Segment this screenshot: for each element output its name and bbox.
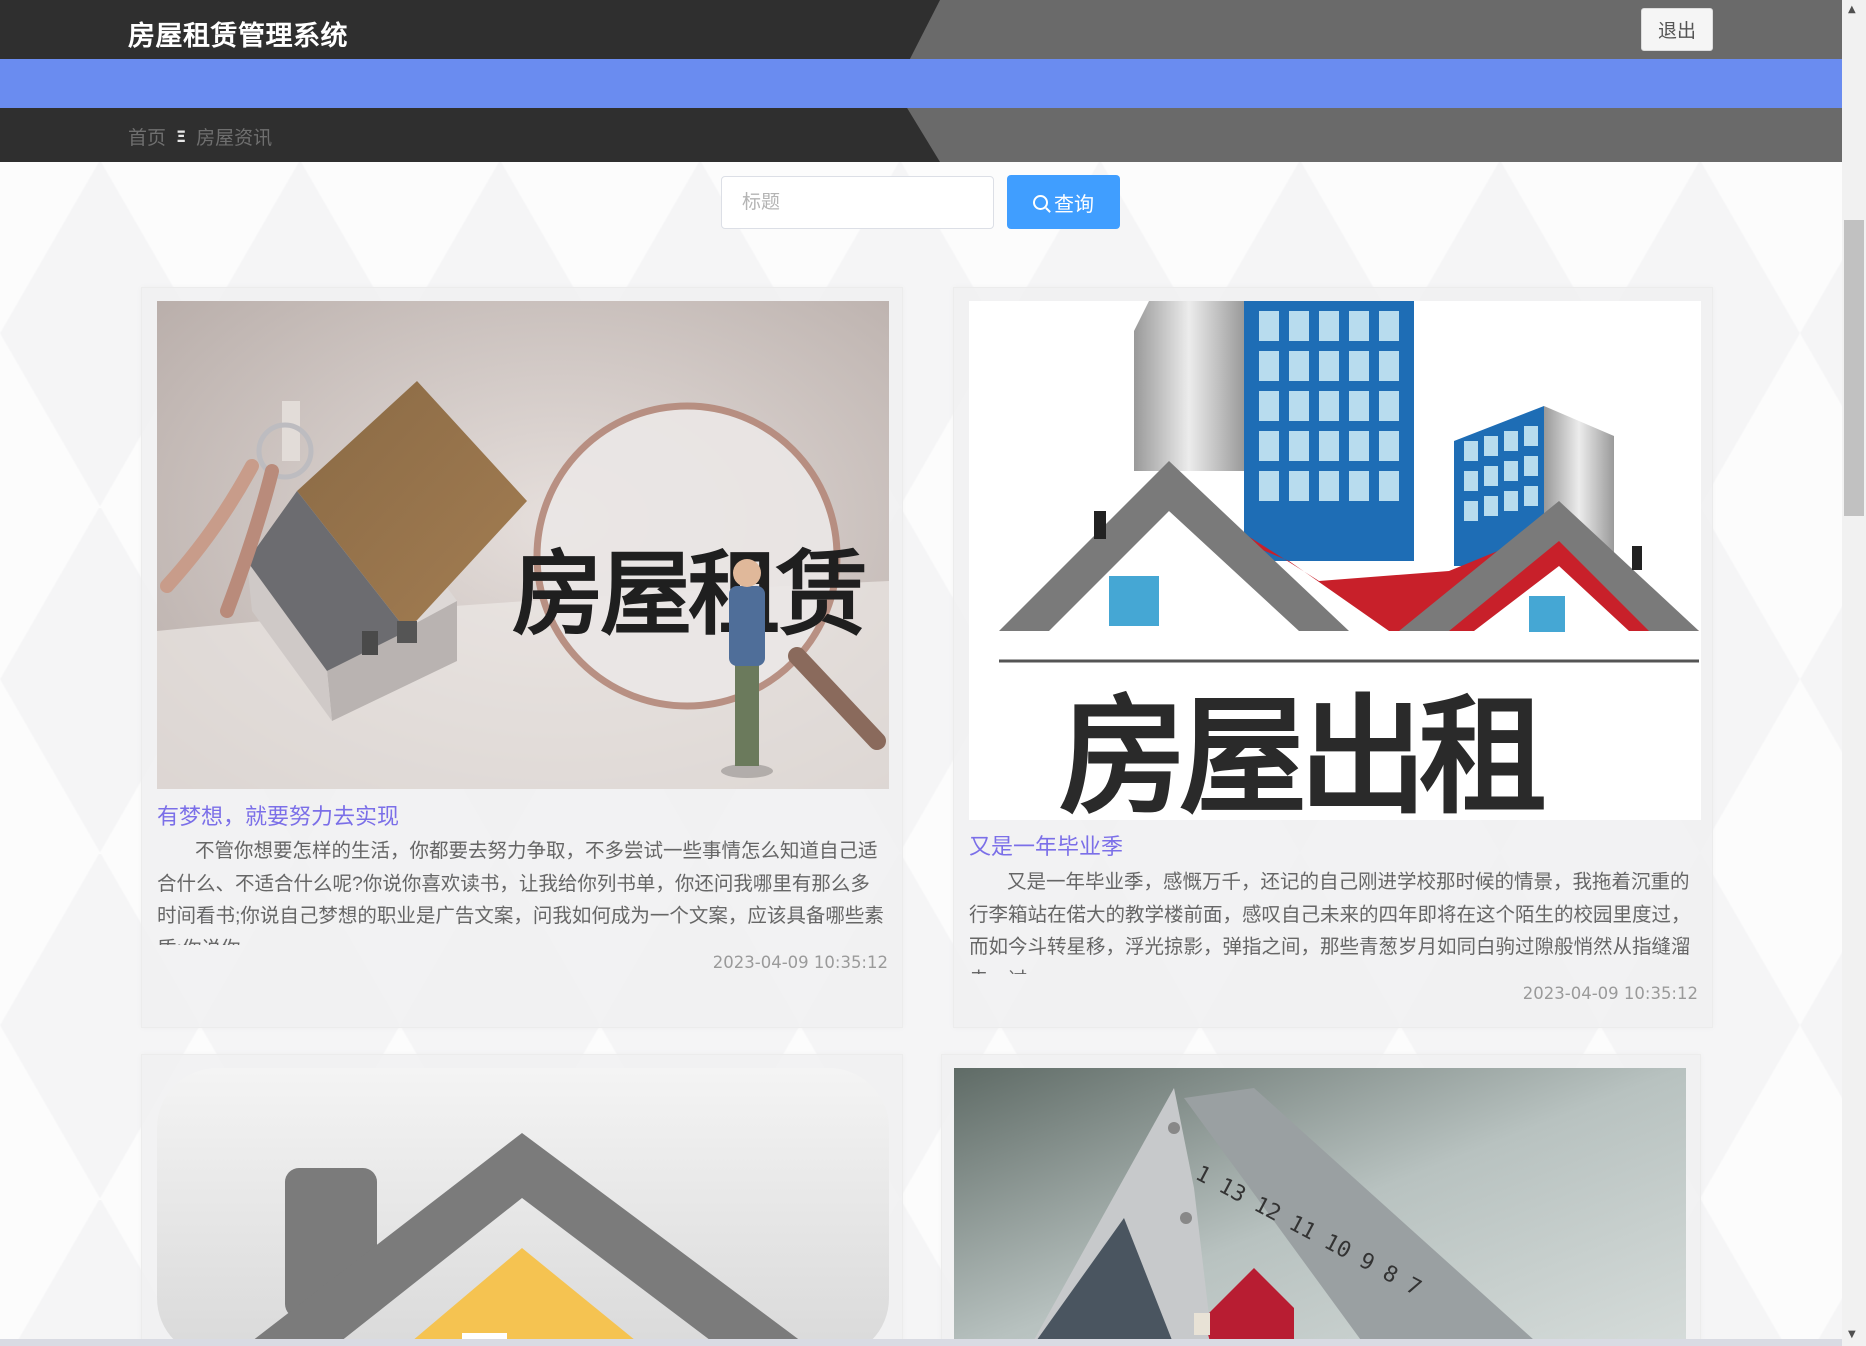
breadcrumb: 首页 Ξ 房屋资讯 [128, 123, 272, 150]
bottom-edge [0, 1339, 1842, 1346]
logout-button[interactable]: 退出 [1641, 8, 1713, 51]
search-button-label: 查询 [1054, 193, 1094, 216]
breadcrumb-current: 房屋资讯 [196, 127, 273, 149]
article-card[interactable]: 1 13 12 11 10 9 8 7 [941, 1054, 1701, 1346]
breadcrumb-separator-icon: Ξ [176, 127, 187, 146]
article-summary: 又是一年毕业季，感慨万千，还记的自己刚进学校那时候的情景，我拖着沉重的行李箱站在… [969, 871, 1691, 974]
scrollbar-thumb[interactable] [1844, 220, 1864, 516]
article-image-text: 房屋租赁 [512, 541, 865, 648]
article-summary: 不管你想要怎样的生活，你都要去努力争取，不多尝试一些事情怎么知道自己适合什么、不… [157, 840, 884, 945]
article-title[interactable]: 又是一年毕业季 [969, 829, 1123, 861]
article-image[interactable] [157, 1068, 889, 1346]
accent-band [0, 59, 1842, 108]
article-image[interactable]: 房屋租赁 [157, 301, 889, 789]
article-title[interactable]: 有梦想，就要努力去实现 [157, 799, 399, 831]
article-date: 2023-04-09 10:35:12 [712, 953, 888, 972]
article-card[interactable]: 房屋租赁 有梦想，就要努力去实现 不管你想要怎样的生活，你都要去努力争取，不多尝… [141, 287, 903, 1028]
article-card[interactable]: 房屋出租 又是一年毕业季 又是一年毕业季，感慨万千，还记的自己刚进学校那时候的情… [953, 287, 1713, 1028]
title-search-input[interactable] [721, 176, 994, 229]
top-header: 房屋租赁管理系统 退出 [0, 0, 1842, 59]
search-icon [1033, 194, 1048, 210]
search-button[interactable]: 查询 [1007, 175, 1120, 229]
scroll-up-arrow-icon[interactable]: ▲ [1848, 4, 1856, 15]
article-image-text: 房屋出租 [1059, 683, 1544, 820]
article-date: 2023-04-09 10:35:12 [1522, 984, 1698, 1003]
app-title: 房屋租赁管理系统 [128, 21, 348, 52]
article-image[interactable]: 1 13 12 11 10 9 8 7 [954, 1068, 1686, 1346]
breadcrumb-home[interactable]: 首页 [128, 123, 166, 150]
breadcrumb-bar: 首页 Ξ 房屋资讯 [0, 108, 1842, 162]
article-image[interactable]: 房屋出租 [969, 301, 1701, 820]
article-card[interactable] [141, 1054, 903, 1346]
page-scrollbar[interactable]: ▲ ▼ [1842, 0, 1866, 1346]
scroll-down-arrow-icon[interactable]: ▼ [1848, 1329, 1856, 1340]
